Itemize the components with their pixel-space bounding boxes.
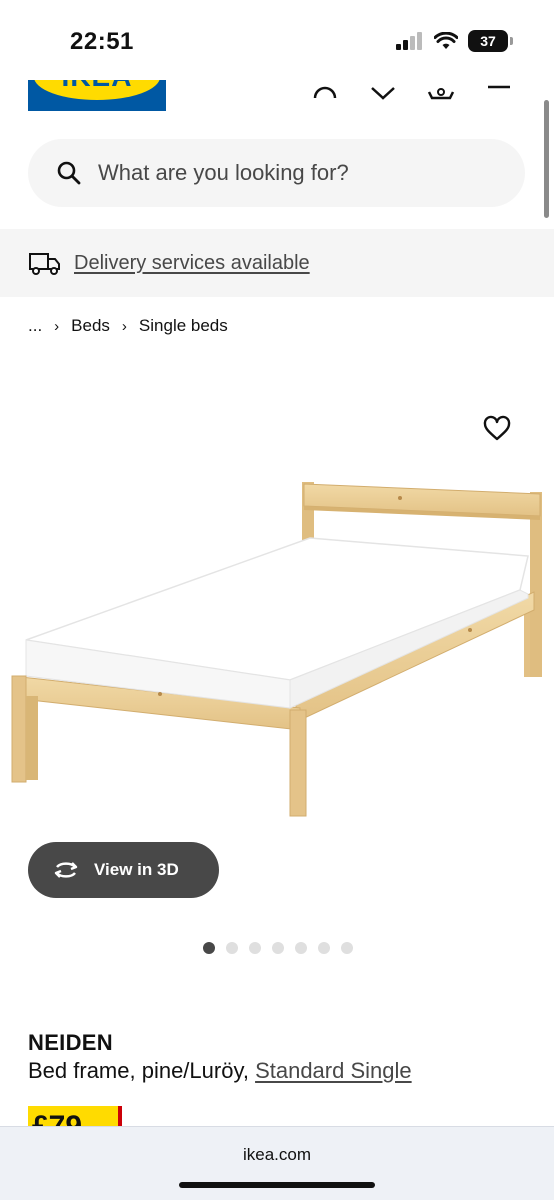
product-description-text: Bed frame, pine/Luröy,: [28, 1058, 249, 1083]
wifi-icon: [434, 32, 458, 49]
breadcrumb: ... › Beds › Single beds: [28, 316, 228, 336]
chevron-right-icon: ›: [121, 317, 127, 335]
carousel-dot[interactable]: [295, 942, 307, 954]
favorite-heart-icon[interactable]: [483, 415, 511, 443]
browser-address-bar[interactable]: ikea.com: [0, 1126, 554, 1200]
search-input[interactable]: What are you looking for?: [98, 160, 349, 186]
cart-icon[interactable]: [426, 80, 456, 100]
breadcrumb-item-beds[interactable]: Beds: [71, 316, 110, 336]
delivery-banner[interactable]: Delivery services available: [0, 229, 554, 297]
product-image-bed[interactable]: [0, 470, 554, 830]
header-icons: [310, 80, 514, 100]
battery-icon: 37: [468, 30, 513, 52]
menu-icon[interactable]: [484, 80, 514, 100]
delivery-truck-icon: [29, 253, 60, 275]
carousel-dot[interactable]: [318, 942, 330, 954]
product-name: NEIDEN: [28, 1030, 113, 1055]
heart-icon[interactable]: [368, 80, 398, 100]
delivery-link[interactable]: Delivery services available: [74, 252, 310, 275]
search-bar[interactable]: What are you looking for?: [28, 139, 525, 207]
rotate-3d-icon: [54, 862, 78, 878]
carousel-dot[interactable]: [203, 942, 215, 954]
carousel-dot[interactable]: [272, 942, 284, 954]
breadcrumb-ellipsis[interactable]: ...: [28, 316, 42, 336]
status-icons: 37: [396, 30, 513, 52]
status-bar: 22:51 37: [0, 0, 554, 80]
image-carousel-dots: [203, 942, 353, 954]
page-scrollbar[interactable]: [544, 100, 549, 218]
carousel-dot[interactable]: [226, 942, 238, 954]
carousel-dot[interactable]: [249, 942, 261, 954]
status-time: 22:51: [70, 28, 134, 55]
ikea-logo[interactable]: IKEA: [28, 80, 166, 111]
site-header: IKEA: [0, 80, 554, 120]
search-icon: [57, 161, 81, 185]
carousel-dot[interactable]: [341, 942, 353, 954]
size-link[interactable]: Standard Single: [255, 1058, 412, 1083]
breadcrumb-item-single-beds[interactable]: Single beds: [139, 316, 228, 336]
cellular-signal-icon: [396, 32, 422, 50]
view-in-3d-button[interactable]: View in 3D: [28, 842, 219, 898]
product-description: Bed frame, pine/Luröy, Standard Single: [28, 1058, 412, 1084]
profile-icon[interactable]: [310, 80, 340, 100]
view-in-3d-label: View in 3D: [94, 860, 179, 879]
home-indicator[interactable]: [179, 1182, 375, 1188]
chevron-right-icon: ›: [54, 317, 60, 335]
url-text[interactable]: ikea.com: [0, 1145, 554, 1165]
